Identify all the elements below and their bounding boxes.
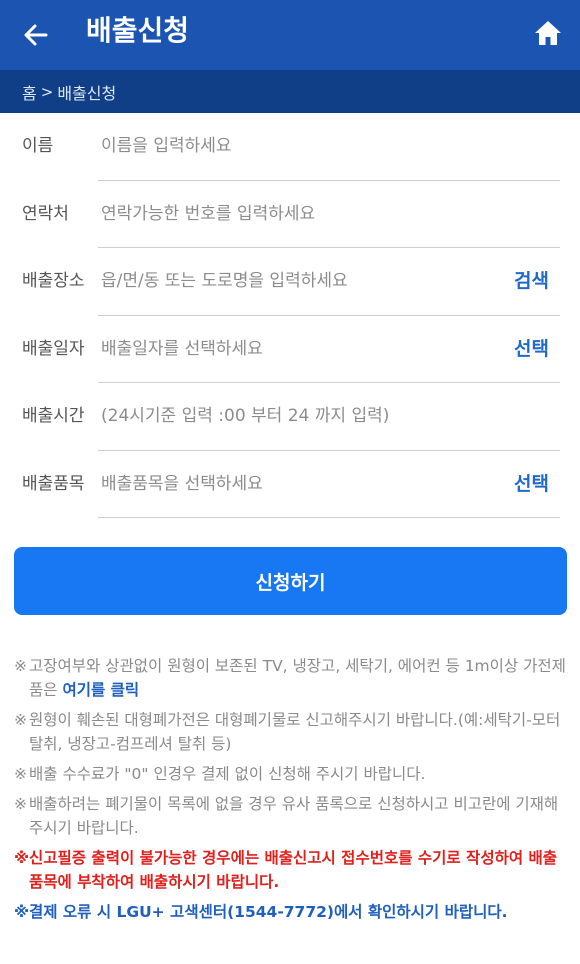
item-select-button[interactable]: 선택 bbox=[514, 451, 549, 519]
note-mark: ※ bbox=[14, 711, 27, 729]
breadcrumb-home-link[interactable]: 홈 bbox=[22, 80, 37, 104]
notice-item: ※ 배출하려는 폐기물이 목록에 없을 경우 유사 품록으로 신청하시고 비고란… bbox=[14, 792, 570, 840]
notice-text: 신고필증 출력이 불가능한 경우에는 배출신고시 접수번호를 수기로 작성하여 … bbox=[29, 849, 558, 891]
form-row-contact: 연락처 bbox=[0, 180, 580, 248]
note-mark: ※ bbox=[14, 765, 27, 783]
location-label: 배출장소 bbox=[22, 271, 85, 291]
name-label: 이름 bbox=[22, 136, 54, 156]
location-search-button[interactable]: 검색 bbox=[514, 248, 549, 316]
home-button[interactable] bbox=[530, 15, 566, 51]
notice-item-payment: ※ 결제 오류 시 LGU+ 고색센터(1544-7772)에서 확인하시기 바… bbox=[14, 900, 570, 924]
date-label: 배출일자 bbox=[22, 338, 85, 359]
time-input[interactable] bbox=[98, 383, 560, 451]
note-mark: ※ bbox=[14, 903, 30, 921]
arrow-left-icon bbox=[24, 24, 48, 46]
home-icon bbox=[535, 21, 561, 45]
form-row-item: 배출품목 선택 bbox=[0, 450, 580, 519]
form-row-date: 배출일자 선택 bbox=[0, 315, 580, 384]
disposal-form: 이름 연락처 배출장소 검색 배출일자 선택 배출시간 배출품목 선택 bbox=[0, 113, 580, 518]
notice-item-warning: ※ 신고필증 출력이 불가능한 경우에는 배출신고시 접수번호를 수기로 작성하… bbox=[14, 846, 570, 894]
time-label: 배출시간 bbox=[22, 406, 85, 426]
form-row-time: 배출시간 bbox=[0, 383, 580, 451]
note-mark: ※ bbox=[14, 657, 27, 675]
contact-label: 연락처 bbox=[22, 203, 69, 224]
notice-text: 배출하려는 폐기물이 목록에 없을 경우 유사 품록으로 신청하시고 비고란에 … bbox=[29, 795, 559, 837]
click-here-link[interactable]: 여기를 클릭 bbox=[62, 681, 139, 699]
date-select-button[interactable]: 선택 bbox=[514, 316, 549, 384]
item-input[interactable] bbox=[98, 450, 560, 518]
submit-button[interactable]: 신청하기 bbox=[14, 547, 567, 615]
notice-text: 결제 오류 시 LGU+ 고색센터(1544-7772)에서 확인하시기 바랍니… bbox=[29, 903, 508, 921]
form-row-name: 이름 bbox=[0, 113, 580, 181]
app-header: 배출신청 bbox=[0, 0, 580, 70]
back-button[interactable] bbox=[18, 17, 54, 53]
notice-text: 원형이 훼손된 대형폐가전은 대형폐기물로 신고해주시기 바랍니다.(예:세탁기… bbox=[29, 711, 561, 753]
name-input[interactable] bbox=[98, 113, 560, 181]
note-mark: ※ bbox=[14, 849, 30, 867]
page-title: 배출신청 bbox=[86, 14, 190, 47]
breadcrumb-separator: > bbox=[40, 82, 54, 101]
location-input[interactable] bbox=[98, 248, 560, 316]
notice-item: ※ 원형이 훼손된 대형폐가전은 대형폐기물로 신고해주시기 바랍니다.(예:세… bbox=[14, 708, 570, 756]
notice-text: 배출 수수료가 "0" 인경우 결제 없이 신청해 주시기 바랍니다. bbox=[29, 765, 426, 783]
breadcrumb: 홈 > 배출신청 bbox=[0, 70, 580, 113]
item-label: 배출품목 bbox=[22, 473, 85, 494]
note-mark: ※ bbox=[14, 795, 27, 813]
breadcrumb-current: 배출신청 bbox=[57, 83, 117, 103]
form-row-location: 배출장소 검색 bbox=[0, 248, 580, 316]
notice-item: ※ 고장여부와 상관없이 원형이 보존된 TV, 냉장고, 세탁기, 에어컨 등… bbox=[14, 654, 570, 702]
notice-item: ※ 배출 수수료가 "0" 인경우 결제 없이 신청해 주시기 바랍니다. bbox=[14, 762, 570, 786]
contact-input[interactable] bbox=[98, 180, 560, 248]
date-input[interactable] bbox=[98, 315, 560, 383]
notice-list: ※ 고장여부와 상관없이 원형이 보존된 TV, 냉장고, 세탁기, 에어컨 등… bbox=[14, 654, 570, 930]
